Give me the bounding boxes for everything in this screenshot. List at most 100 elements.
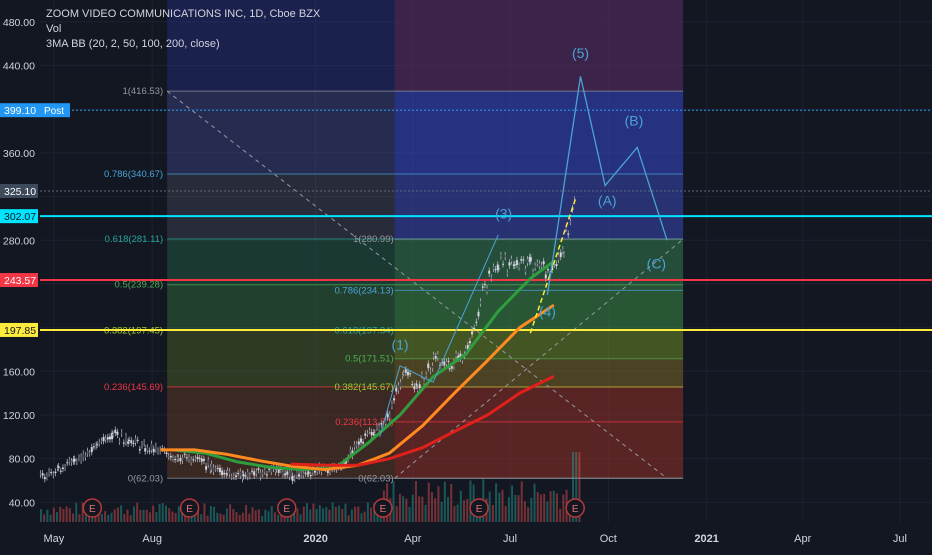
earnings-marker-label: E xyxy=(89,504,96,515)
candle-body xyxy=(373,433,376,435)
candle-body xyxy=(380,423,383,425)
volume-bar xyxy=(126,509,129,522)
volume-bar xyxy=(459,490,462,522)
candle-body xyxy=(513,264,516,266)
candle-body xyxy=(246,472,249,477)
candle-body xyxy=(154,445,157,450)
candle-body xyxy=(257,468,260,470)
volume-bar xyxy=(155,512,158,522)
volume-bar xyxy=(200,514,203,522)
candle-body xyxy=(84,455,87,458)
candle-body xyxy=(304,472,307,474)
candle-body xyxy=(75,461,78,463)
volume-bar xyxy=(402,496,405,522)
volume-bar xyxy=(398,493,401,522)
candle-body xyxy=(118,440,121,442)
price-tag-value: 302.07 xyxy=(4,211,36,223)
volume-bar xyxy=(116,507,119,522)
candle-body xyxy=(138,449,141,451)
candle-body xyxy=(179,457,182,462)
candle-body xyxy=(181,457,184,461)
x-tick-label: 2020 xyxy=(303,533,327,545)
candle-body xyxy=(143,442,146,444)
candle-body xyxy=(281,471,284,475)
volume-bar xyxy=(555,493,558,522)
chart-svg[interactable]: 1(416.53) 0.786(340.67) 0.618(281.11) 0.5(2… xyxy=(0,0,932,550)
volume-bar xyxy=(309,509,312,522)
candle-body xyxy=(559,252,562,258)
volume-bar xyxy=(123,514,126,522)
candle-body xyxy=(425,374,428,376)
indicator-legend[interactable]: 3MA BB (20, 2, 50, 100, 200, close) xyxy=(46,37,320,52)
volume-bar xyxy=(270,505,273,522)
volume-bar xyxy=(43,514,46,522)
candle-body xyxy=(443,361,446,366)
candle-body xyxy=(57,466,60,468)
wave-label: (1) xyxy=(391,336,408,352)
volume-bar xyxy=(161,503,164,522)
candle-body xyxy=(124,436,127,443)
price-tag-value: 197.85 xyxy=(4,325,36,337)
candle-body xyxy=(148,450,151,452)
fib-small-top-zone xyxy=(394,0,684,92)
candle-body xyxy=(70,461,73,463)
candle-body xyxy=(450,365,453,369)
candle-body xyxy=(253,471,256,476)
volume-bar xyxy=(357,506,360,522)
candle-body xyxy=(542,261,545,265)
volume-bar xyxy=(443,481,446,522)
volume-bar xyxy=(405,498,408,522)
candle-body xyxy=(477,311,480,317)
volume-legend[interactable]: Vol xyxy=(46,22,320,37)
volume-bar xyxy=(322,508,325,522)
volume-bar xyxy=(158,503,161,522)
candle-body xyxy=(239,471,242,476)
candle-body xyxy=(214,468,217,470)
volume-bar xyxy=(56,512,59,522)
candle-body xyxy=(562,254,565,256)
candle-body xyxy=(526,259,529,264)
earnings-marker-label: E xyxy=(572,504,579,515)
symbol-title[interactable]: ZOOM VIDEO COMMUNICATIONS INC, 1D, Cboe … xyxy=(46,7,320,22)
volume-bar xyxy=(331,502,334,522)
candle-body xyxy=(152,448,155,453)
candle-body xyxy=(418,384,421,389)
volume-bar xyxy=(222,514,225,522)
volume-bar xyxy=(216,512,219,522)
candle-body xyxy=(390,403,393,407)
price-tag-value: 399.10 xyxy=(4,105,36,117)
volume-bar xyxy=(498,492,501,522)
volume-bar xyxy=(418,496,421,522)
candle-body xyxy=(167,456,170,458)
fib-small-level-label: 0.5(171.51) xyxy=(345,354,394,365)
fib-small-zone xyxy=(394,386,684,422)
candle-body xyxy=(569,221,572,223)
chart[interactable]: 1(416.53) 0.786(340.67) 0.618(281.11) 0.5(2… xyxy=(0,0,932,550)
volume-bar xyxy=(488,491,491,522)
candle-body xyxy=(399,382,402,387)
volume-bar xyxy=(325,507,328,522)
candle-body xyxy=(520,259,523,261)
volume-bar xyxy=(527,507,530,522)
candle-body xyxy=(146,447,149,451)
candle-body xyxy=(488,270,491,274)
volume-bar xyxy=(245,504,248,522)
candle-body xyxy=(309,474,312,477)
volume-bar xyxy=(546,501,549,522)
volume-bar xyxy=(447,497,450,522)
wave-label: (3) xyxy=(495,205,512,221)
volume-bar xyxy=(414,481,417,522)
y-tick-label: 160.00 xyxy=(3,366,35,378)
candle-body xyxy=(366,433,369,435)
volume-bar xyxy=(235,512,238,522)
candle-body xyxy=(508,262,511,266)
candle-body xyxy=(50,472,53,474)
candle-body xyxy=(357,441,360,445)
earnings-marker-label: E xyxy=(380,504,387,515)
candle-body xyxy=(402,372,405,374)
candle-body xyxy=(68,460,71,463)
volume-bar xyxy=(273,512,276,522)
volume-bar xyxy=(142,509,145,522)
earnings-marker-label: E xyxy=(283,504,290,515)
volume-bar xyxy=(110,512,113,522)
